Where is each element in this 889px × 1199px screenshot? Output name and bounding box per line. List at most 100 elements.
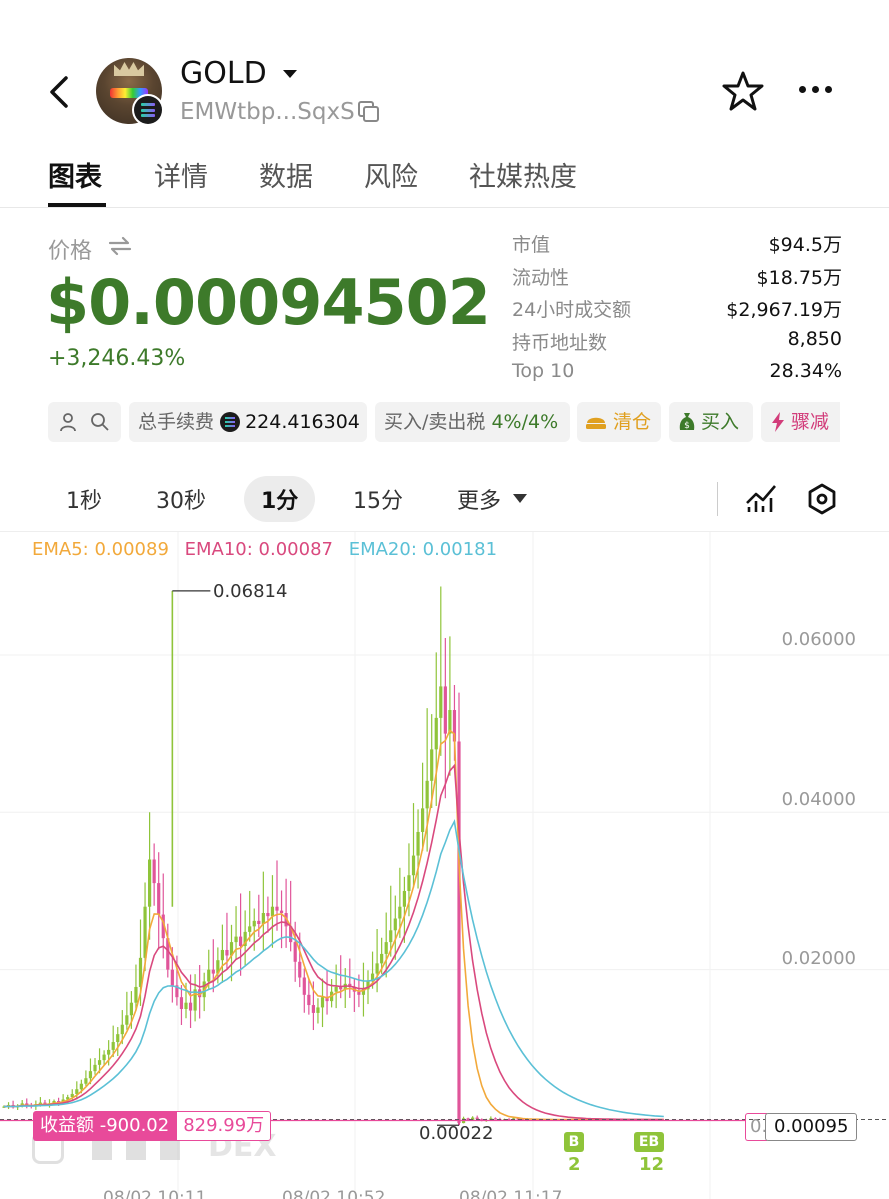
- tax-value: 4%/4%: [491, 411, 559, 433]
- timeframe-1m[interactable]: 1分: [261, 483, 298, 515]
- tab-chart[interactable]: 图表: [48, 155, 102, 194]
- x-axis-label: 08/02 10:52: [282, 1188, 386, 1199]
- timeframe-15m[interactable]: 15分: [353, 483, 403, 515]
- candle-body: [84, 1078, 88, 1084]
- fee-label: 总手续费: [138, 411, 215, 433]
- candle-body: [293, 942, 297, 962]
- stat-holders: 持币地址数 8,850: [512, 328, 842, 361]
- buy-marker[interactable]: EB: [634, 1132, 664, 1152]
- candle-body: [334, 986, 338, 992]
- candle-body: [116, 1034, 120, 1043]
- y-axis-label: 0.02000: [781, 948, 856, 969]
- candle-body: [79, 1083, 83, 1090]
- token-dropdown-caret-icon[interactable]: [283, 70, 297, 78]
- more-icon[interactable]: [796, 84, 836, 96]
- candle-body: [380, 953, 384, 964]
- settings-icon[interactable]: [806, 482, 838, 516]
- clear-position-button[interactable]: 清仓: [577, 402, 661, 442]
- candle-body: [252, 920, 256, 927]
- fee-value: 224.416304: [245, 411, 360, 433]
- candle-body: [170, 969, 174, 986]
- candle-body: [298, 961, 302, 978]
- sharp-drop-button[interactable]: 骤减: [761, 402, 840, 442]
- chip-total-fee[interactable]: 总手续费 224.416304: [129, 402, 367, 442]
- stat-label: Top 10: [512, 360, 575, 382]
- buy-button[interactable]: $ 买入: [669, 402, 753, 442]
- chevron-down-icon[interactable]: [513, 494, 527, 503]
- candle-body: [257, 920, 261, 925]
- candle-body: [375, 963, 379, 974]
- tab-details[interactable]: 详情: [154, 155, 208, 194]
- solana-badge-icon: [132, 94, 164, 126]
- candle-body: [152, 859, 156, 884]
- y-axis-label: 0.06000: [781, 629, 856, 650]
- stat-label: 持币地址数: [512, 331, 608, 354]
- candle-body: [275, 906, 279, 911]
- copy-icon[interactable]: [357, 100, 381, 124]
- candle-body: [234, 936, 238, 943]
- candle-body: [239, 936, 243, 947]
- candle-body: [439, 686, 443, 718]
- candle-body: [425, 780, 429, 809]
- buy-label: 买入: [701, 411, 740, 433]
- timeframe-1s[interactable]: 1秒: [66, 483, 102, 515]
- y-axis-label: 0.04000: [781, 789, 856, 810]
- back-arrow-icon[interactable]: [44, 72, 76, 112]
- candle-body: [307, 994, 311, 1006]
- candle-body: [411, 855, 416, 876]
- current-price-tail: 0.: [745, 1113, 767, 1141]
- candle-body: [475, 1117, 479, 1120]
- indicator-icon[interactable]: [744, 481, 778, 515]
- tab-risk[interactable]: 风险: [364, 155, 418, 194]
- chip-wallet-search[interactable]: [48, 402, 121, 442]
- candle-body: [339, 986, 343, 990]
- stat-value: 28.34%: [769, 360, 842, 382]
- tab-social[interactable]: 社媒热度: [469, 155, 577, 194]
- buy-marker[interactable]: B: [564, 1132, 584, 1152]
- candle-body: [270, 906, 275, 917]
- timeframe-more[interactable]: 更多: [457, 483, 501, 515]
- candle-body: [398, 906, 402, 919]
- candle-body: [357, 991, 361, 995]
- stat-value: $94.5万: [768, 234, 842, 256]
- timeframe-30s[interactable]: 30秒: [156, 483, 206, 515]
- tab-data[interactable]: 数据: [259, 155, 313, 194]
- candle-body: [225, 949, 229, 956]
- stat-top10: Top 10 28.34%: [512, 360, 842, 393]
- token-header: GOLD EMWtbp...SqxS: [0, 50, 889, 140]
- lightning-icon: [772, 412, 784, 432]
- sharp-drop-label: 骤减: [791, 411, 830, 433]
- candle-body: [384, 942, 388, 954]
- candle-body: [220, 949, 224, 961]
- candle-body: [320, 997, 325, 1008]
- ema20-line: [3, 819, 664, 1118]
- candle-body: [129, 1002, 133, 1016]
- swap-icon[interactable]: [108, 236, 132, 256]
- candle-body: [157, 883, 161, 915]
- ema5-line: [3, 729, 664, 1121]
- candle-body: [97, 1060, 102, 1065]
- token-name[interactable]: GOLD: [180, 56, 267, 91]
- ema20-label: EMA20: 0.00181: [348, 539, 498, 560]
- star-icon[interactable]: [722, 70, 764, 112]
- price-chart[interactable]: [0, 532, 889, 1199]
- max-price-label: 0.06814: [213, 581, 288, 602]
- price-change: +3,246.43%: [48, 346, 186, 371]
- candle-body: [111, 1042, 115, 1050]
- pnl-badge[interactable]: 收益额 -900.02 829.99万: [33, 1111, 272, 1141]
- stat-market-cap: 市值 $94.5万: [512, 230, 842, 263]
- stat-label: 市值: [512, 234, 551, 256]
- tax-label: 买入/卖出税: [384, 411, 486, 433]
- tab-bar: 图表 详情 数据 风险 社媒热度: [0, 150, 889, 208]
- candle-body: [211, 969, 215, 974]
- pnl-value: 829.99万: [176, 1111, 272, 1141]
- price-label: 价格: [48, 239, 93, 264]
- buy-marker-count: 2: [568, 1154, 581, 1175]
- tab-active-indicator: [48, 203, 106, 207]
- candle-body: [107, 1049, 111, 1055]
- chip-tax[interactable]: 买入/卖出税 4%/4%: [375, 402, 570, 442]
- pnl-label: 收益额 -900.02: [33, 1111, 177, 1141]
- token-address: EMWtbp...SqxS: [180, 99, 355, 125]
- ema10-label: EMA10: 0.00087: [184, 539, 333, 560]
- candle-body: [266, 913, 270, 917]
